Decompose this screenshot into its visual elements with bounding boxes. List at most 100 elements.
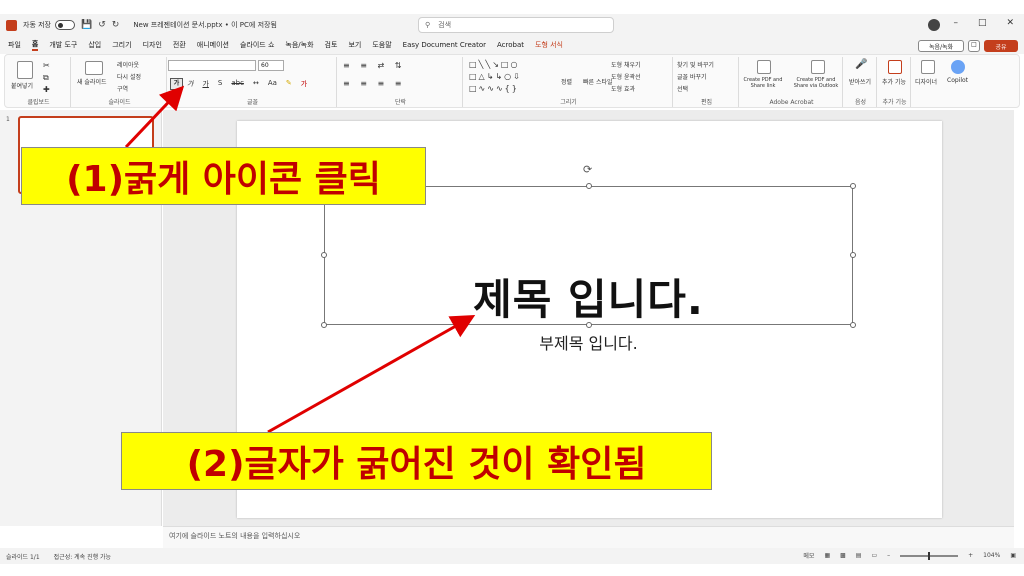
slideshow-icon[interactable]: ▭ xyxy=(871,552,877,559)
close-icon[interactable]: ✕ xyxy=(1006,18,1014,28)
create-pdf-outlook-button[interactable]: Create PDF and Share via Outlook xyxy=(789,77,843,89)
copilot-icon[interactable] xyxy=(951,60,965,74)
cut-icon[interactable]: ✂ xyxy=(43,61,50,70)
minimize-icon[interactable]: – xyxy=(953,18,958,28)
tab-view[interactable]: 보기 xyxy=(348,40,361,50)
resize-handle[interactable] xyxy=(850,252,856,258)
bullets-icon[interactable]: ≡ ≡ ⇄ ⇅ xyxy=(343,61,405,70)
pdf-share-icon[interactable] xyxy=(757,60,771,74)
slide-sorter-icon[interactable]: ▩ xyxy=(840,552,846,559)
record-button[interactable]: 녹음/녹화 xyxy=(918,40,964,52)
shapes-gallery-row3-icon[interactable]: □∿∿∿{} xyxy=(469,84,519,93)
accessibility-status[interactable]: 접근성: 계속 진행 가능 xyxy=(54,552,111,561)
slide-subtitle[interactable]: 부제목 입니다. xyxy=(324,330,853,354)
editing-group: 찾기 및 바꾸기 글꼴 바꾸기 선택 편집 xyxy=(675,57,739,107)
change-case-icon[interactable]: Aa xyxy=(268,79,277,89)
find-replace-button[interactable]: 찾기 및 바꾸기 xyxy=(677,60,714,69)
tab-recording[interactable]: 녹음/녹화 xyxy=(285,40,313,50)
new-slide-icon[interactable] xyxy=(85,61,103,75)
tab-acrobat[interactable]: Acrobat xyxy=(497,41,524,49)
shapes-gallery-row2-icon[interactable]: □△↳↳○⇩ xyxy=(469,72,522,81)
tab-home[interactable]: 홈 xyxy=(31,39,39,51)
tab-easy-document-creator[interactable]: Easy Document Creator xyxy=(403,41,486,49)
zoom-out-icon[interactable]: – xyxy=(887,552,890,559)
copy-icon[interactable]: ⧉ xyxy=(43,73,49,83)
search-icon: ⚲ xyxy=(425,21,431,29)
resize-handle[interactable] xyxy=(850,183,856,189)
addins-button[interactable]: 추가 기능 xyxy=(882,77,906,86)
tab-transitions[interactable]: 전환 xyxy=(173,40,186,50)
slide-title[interactable]: 제목 입니다. xyxy=(324,266,853,327)
shape-effects-button[interactable]: 도형 효과 xyxy=(611,84,635,93)
avatar[interactable] xyxy=(928,19,940,31)
share-button[interactable]: 공유 xyxy=(984,40,1018,52)
paste-button-label[interactable]: 붙여넣기 xyxy=(11,81,33,90)
microphone-icon[interactable]: 🎤 xyxy=(855,59,867,70)
italic-icon[interactable]: 가 xyxy=(187,79,193,89)
shapes-gallery-icon[interactable]: □╲╲↘□○ xyxy=(469,60,519,69)
redo-icon[interactable]: ↻ xyxy=(112,20,120,30)
voice-group: 🎤 받아쓰기 음성 xyxy=(845,57,877,107)
resize-handle[interactable] xyxy=(321,252,327,258)
layout-button[interactable]: 레이아웃 xyxy=(117,60,139,69)
tab-animations[interactable]: 애니메이션 xyxy=(197,40,229,50)
highlight-icon[interactable]: ✎ xyxy=(286,79,292,89)
zoom-level[interactable]: 104% xyxy=(983,552,1000,559)
thumbnail-number: 1 xyxy=(6,116,10,123)
select-button[interactable]: 선택 xyxy=(677,84,688,93)
reading-view-icon[interactable]: ▤ xyxy=(856,552,862,559)
char-spacing-icon[interactable]: ↔ xyxy=(253,79,259,89)
resize-handle[interactable] xyxy=(586,183,592,189)
format-painter-icon[interactable]: ✚ xyxy=(43,85,50,94)
tab-file[interactable]: 파일 xyxy=(8,40,21,50)
pdf-outlook-icon[interactable] xyxy=(811,60,825,74)
tab-insert[interactable]: 삽입 xyxy=(88,40,101,50)
font-family-select[interactable] xyxy=(168,60,256,71)
zoom-in-icon[interactable]: + xyxy=(968,552,973,559)
replace-font-button[interactable]: 글꼴 바꾸기 xyxy=(677,72,707,81)
underline-icon[interactable]: 가 xyxy=(202,79,208,89)
tab-slideshow[interactable]: 슬라이드 쇼 xyxy=(240,40,274,50)
slides-group-label: 슬라이드 xyxy=(108,99,131,106)
arrange-button[interactable]: 정렬 xyxy=(561,77,572,86)
fit-slide-icon[interactable]: ▣ xyxy=(1010,552,1016,559)
shadow-icon[interactable]: S xyxy=(218,79,222,89)
search-input[interactable]: ⚲ 검색 xyxy=(418,17,614,33)
tab-developer[interactable]: 개발 도구 xyxy=(49,40,77,50)
notes-pane[interactable]: 여기에 슬라이드 노트의 내용을 입력하십시오 xyxy=(163,526,1014,548)
align-icon[interactable]: ≡ ≡ ≡ ≡ xyxy=(343,79,405,88)
bold-button[interactable]: 가 xyxy=(170,78,183,90)
autosave-toggle[interactable] xyxy=(55,20,75,30)
create-pdf-share-link-button[interactable]: Create PDF and Share link xyxy=(741,77,785,89)
normal-view-icon[interactable]: ▦ xyxy=(824,552,830,559)
font-color-icon[interactable]: 가 xyxy=(301,79,307,89)
restore-icon[interactable]: □ xyxy=(978,18,987,28)
save-icon[interactable]: 💾 xyxy=(81,20,92,30)
tab-help[interactable]: 도움말 xyxy=(372,40,391,50)
addins-icon[interactable] xyxy=(888,60,902,74)
shape-fill-button[interactable]: 도형 채우기 xyxy=(611,60,641,69)
designer-button[interactable]: 디자이너 xyxy=(915,77,937,86)
tab-review[interactable]: 검토 xyxy=(325,40,338,50)
tab-shape-format[interactable]: 도형 서식 xyxy=(535,40,563,50)
strikethrough-icon[interactable]: abc xyxy=(231,79,244,89)
shape-outline-button[interactable]: 도형 윤곽선 xyxy=(611,72,641,81)
paste-icon[interactable] xyxy=(17,61,33,79)
notes-button[interactable]: 메모 xyxy=(803,551,814,560)
dictate-button[interactable]: 받아쓰기 xyxy=(849,77,871,86)
undo-icon[interactable]: ↺ xyxy=(98,20,106,30)
zoom-slider[interactable] xyxy=(900,551,959,560)
reset-button[interactable]: 다시 설정 xyxy=(117,72,141,81)
tab-draw[interactable]: 그리기 xyxy=(112,40,131,50)
rotate-handle-icon[interactable]: ⟳ xyxy=(583,163,592,176)
document-name[interactable]: New 프레젠테이션 문서.pptx • 이 PC에 저장됨 xyxy=(133,20,277,30)
comment-icon[interactable]: □ xyxy=(968,40,980,52)
font-size-select[interactable]: 60 xyxy=(258,60,284,71)
designer-icon[interactable] xyxy=(921,60,935,74)
copilot-button[interactable]: Copilot xyxy=(947,77,968,84)
tab-design[interactable]: 디자인 xyxy=(143,40,162,50)
new-slide-button[interactable]: 새 슬라이드 xyxy=(77,77,107,86)
quick-styles-button[interactable]: 빠른 스타일 xyxy=(583,77,613,86)
clipboard-group: 붙여넣기 ✂ ⧉ ✚ 클립보드 xyxy=(7,57,71,107)
section-button[interactable]: 구역 xyxy=(117,84,128,93)
